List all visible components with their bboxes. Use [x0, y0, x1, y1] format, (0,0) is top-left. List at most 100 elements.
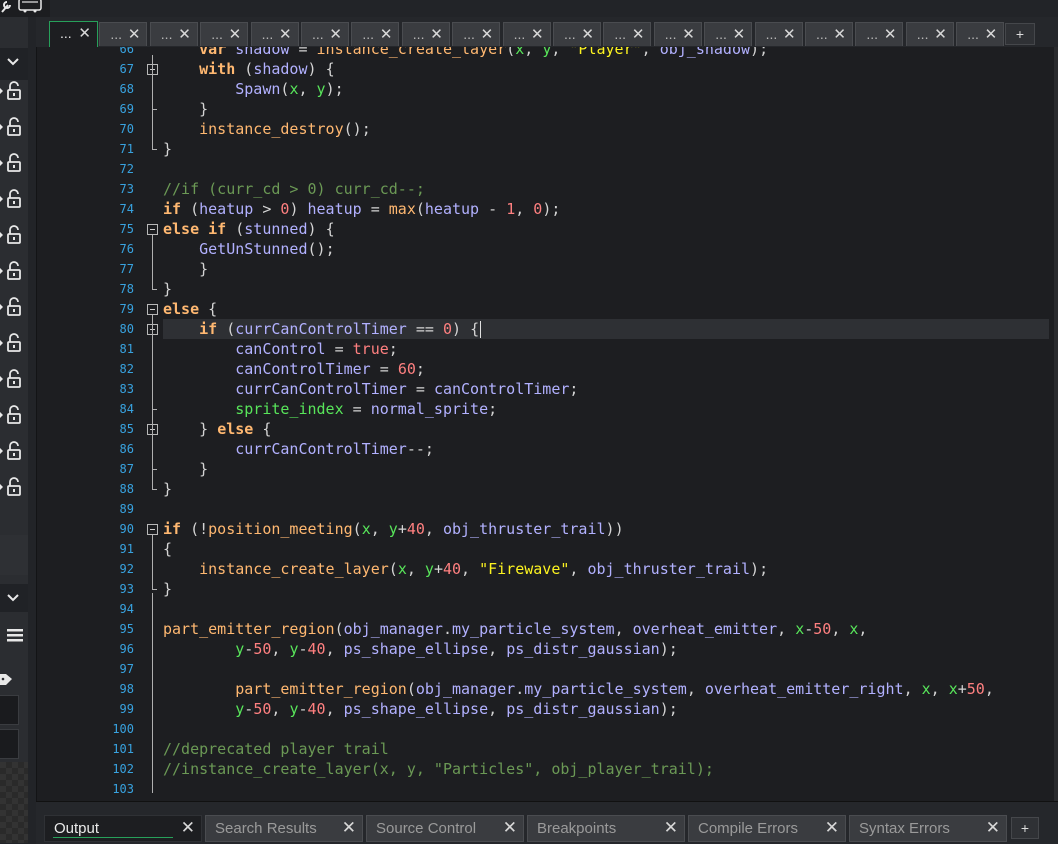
- code-editor[interactable]: 66 67 68 69 70 71 72 73 74 75 76 77 78 79 80 81 82 83 84 85…: [36, 47, 1055, 801]
- close-icon[interactable]: ✕: [531, 25, 544, 43]
- close-icon[interactable]: ✕: [78, 24, 91, 42]
- tab-18[interactable]: ... ✕: [905, 22, 954, 46]
- tab-9[interactable]: ... ✕: [452, 22, 501, 46]
- lock-open-icon[interactable]: [6, 117, 22, 137]
- fold-minus-icon[interactable]: [147, 304, 158, 315]
- fold-guide-end: [152, 109, 157, 110]
- close-icon[interactable]: ✕: [884, 25, 897, 43]
- close-icon[interactable]: ✕: [664, 818, 678, 838]
- lock-open-icon[interactable]: [6, 333, 22, 353]
- close-icon[interactable]: ✕: [481, 25, 494, 43]
- output-tab-syntax-errors[interactable]: Syntax Errors ✕: [849, 815, 1007, 842]
- editor-scrollbar[interactable]: [1054, 47, 1058, 801]
- lock-open-icon[interactable]: [6, 189, 22, 209]
- close-icon[interactable]: ✕: [833, 25, 846, 43]
- tab-4[interactable]: ... ✕: [200, 22, 249, 46]
- close-icon[interactable]: ✕: [279, 25, 292, 43]
- close-icon[interactable]: ✕: [178, 25, 191, 43]
- close-icon[interactable]: ✕: [986, 818, 1000, 838]
- tab-10[interactable]: ... ✕: [502, 22, 551, 46]
- expand-arrow-icon[interactable]: [0, 301, 3, 315]
- tab-1[interactable]: ... ✕: [49, 21, 98, 47]
- expand-arrow-icon[interactable]: [0, 409, 3, 423]
- close-icon[interactable]: ✕: [581, 25, 594, 43]
- line-number: 88: [119, 482, 134, 496]
- close-icon[interactable]: ✕: [825, 818, 839, 838]
- tab-8[interactable]: ... ✕: [401, 22, 450, 46]
- output-tab-source-control[interactable]: Source Control ✕: [366, 815, 524, 842]
- wrench-icon[interactable]: [0, 0, 12, 17]
- tab-14[interactable]: ... ✕: [704, 22, 753, 46]
- code-line: instance_create_layer(x, y+40, "Firewave…: [199, 560, 769, 578]
- close-icon[interactable]: ✕: [733, 25, 746, 43]
- tab-3[interactable]: ... ✕: [149, 22, 198, 46]
- close-icon[interactable]: ✕: [985, 25, 998, 43]
- close-icon[interactable]: ✕: [329, 25, 342, 43]
- lock-open-icon[interactable]: [6, 81, 22, 101]
- tab-17[interactable]: ... ✕: [855, 22, 904, 46]
- close-icon[interactable]: ✕: [632, 25, 645, 43]
- tab-2[interactable]: ... ✕: [99, 22, 148, 46]
- expand-arrow-icon[interactable]: [0, 85, 3, 99]
- hamburger-menu-icon[interactable]: [7, 629, 23, 645]
- line-number: 93: [119, 582, 134, 596]
- close-icon[interactable]: ✕: [229, 25, 242, 43]
- code-line: //if (curr_cd > 0) curr_cd--;: [163, 180, 425, 198]
- expand-arrow-icon[interactable]: [0, 229, 3, 243]
- tag-icon[interactable]: [0, 671, 12, 690]
- expand-arrow-icon[interactable]: [0, 445, 3, 459]
- output-tab-compile-errors[interactable]: Compile Errors ✕: [688, 815, 846, 842]
- fold-minus-icon[interactable]: [147, 224, 158, 235]
- tab-11[interactable]: ... ✕: [553, 22, 601, 46]
- cart-icon[interactable]: [16, 0, 46, 17]
- chevron-down-icon[interactable]: [6, 592, 20, 606]
- chevron-down-icon[interactable]: [6, 56, 20, 70]
- expand-arrow-icon[interactable]: [0, 121, 3, 135]
- close-icon[interactable]: ✕: [380, 25, 393, 43]
- code-line: }: [199, 260, 209, 278]
- code-line: instance_destroy();: [199, 120, 371, 138]
- expand-arrow-icon[interactable]: [0, 373, 3, 387]
- expand-arrow-icon[interactable]: [0, 265, 3, 279]
- close-icon[interactable]: ✕: [181, 818, 195, 838]
- lock-open-icon[interactable]: [6, 261, 22, 281]
- expand-arrow-icon[interactable]: [0, 157, 3, 171]
- tab-6[interactable]: ... ✕: [301, 22, 349, 46]
- tab-13[interactable]: ... ✕: [653, 22, 702, 46]
- tab-15[interactable]: ... ✕: [754, 22, 803, 46]
- lock-open-icon[interactable]: [6, 153, 22, 173]
- tab-label: ...: [765, 26, 778, 42]
- tab-16[interactable]: ... ✕: [805, 22, 853, 46]
- expand-arrow-icon[interactable]: [0, 481, 3, 495]
- close-icon[interactable]: ✕: [342, 818, 356, 838]
- lock-open-icon[interactable]: [6, 225, 22, 245]
- lock-open-icon[interactable]: [6, 297, 22, 317]
- output-tab-output[interactable]: Output ✕: [44, 815, 202, 842]
- output-tab-breakpoints[interactable]: Breakpoints ✕: [527, 815, 685, 842]
- close-icon[interactable]: ✕: [934, 25, 947, 43]
- close-icon[interactable]: ✕: [503, 818, 517, 838]
- tab-5[interactable]: ... ✕: [250, 22, 299, 46]
- tab-7[interactable]: ... ✕: [351, 22, 400, 46]
- expand-arrow-icon[interactable]: [0, 193, 3, 207]
- close-icon[interactable]: ✕: [430, 25, 443, 43]
- expand-arrow-icon[interactable]: [0, 337, 3, 351]
- add-tab-button[interactable]: +: [1005, 23, 1035, 45]
- lock-open-icon[interactable]: [6, 441, 22, 461]
- output-tab-search-results[interactable]: Search Results ✕: [205, 815, 363, 842]
- line-number: 96: [119, 642, 134, 656]
- close-icon[interactable]: ✕: [128, 25, 141, 43]
- lock-open-icon[interactable]: [6, 405, 22, 425]
- property-field[interactable]: [0, 729, 19, 759]
- lock-open-icon[interactable]: [6, 477, 22, 497]
- code-line: canControl = true;: [235, 340, 398, 358]
- close-icon[interactable]: ✕: [783, 25, 796, 43]
- fold-minus-icon[interactable]: [147, 524, 158, 535]
- close-icon[interactable]: ✕: [682, 25, 695, 43]
- add-output-tab-button[interactable]: +: [1011, 817, 1039, 839]
- fold-guide-line: [152, 535, 153, 589]
- property-field[interactable]: [0, 695, 19, 725]
- lock-open-icon[interactable]: [6, 369, 22, 389]
- tab-19[interactable]: ... ✕: [956, 22, 1005, 46]
- tab-12[interactable]: ... ✕: [603, 22, 652, 46]
